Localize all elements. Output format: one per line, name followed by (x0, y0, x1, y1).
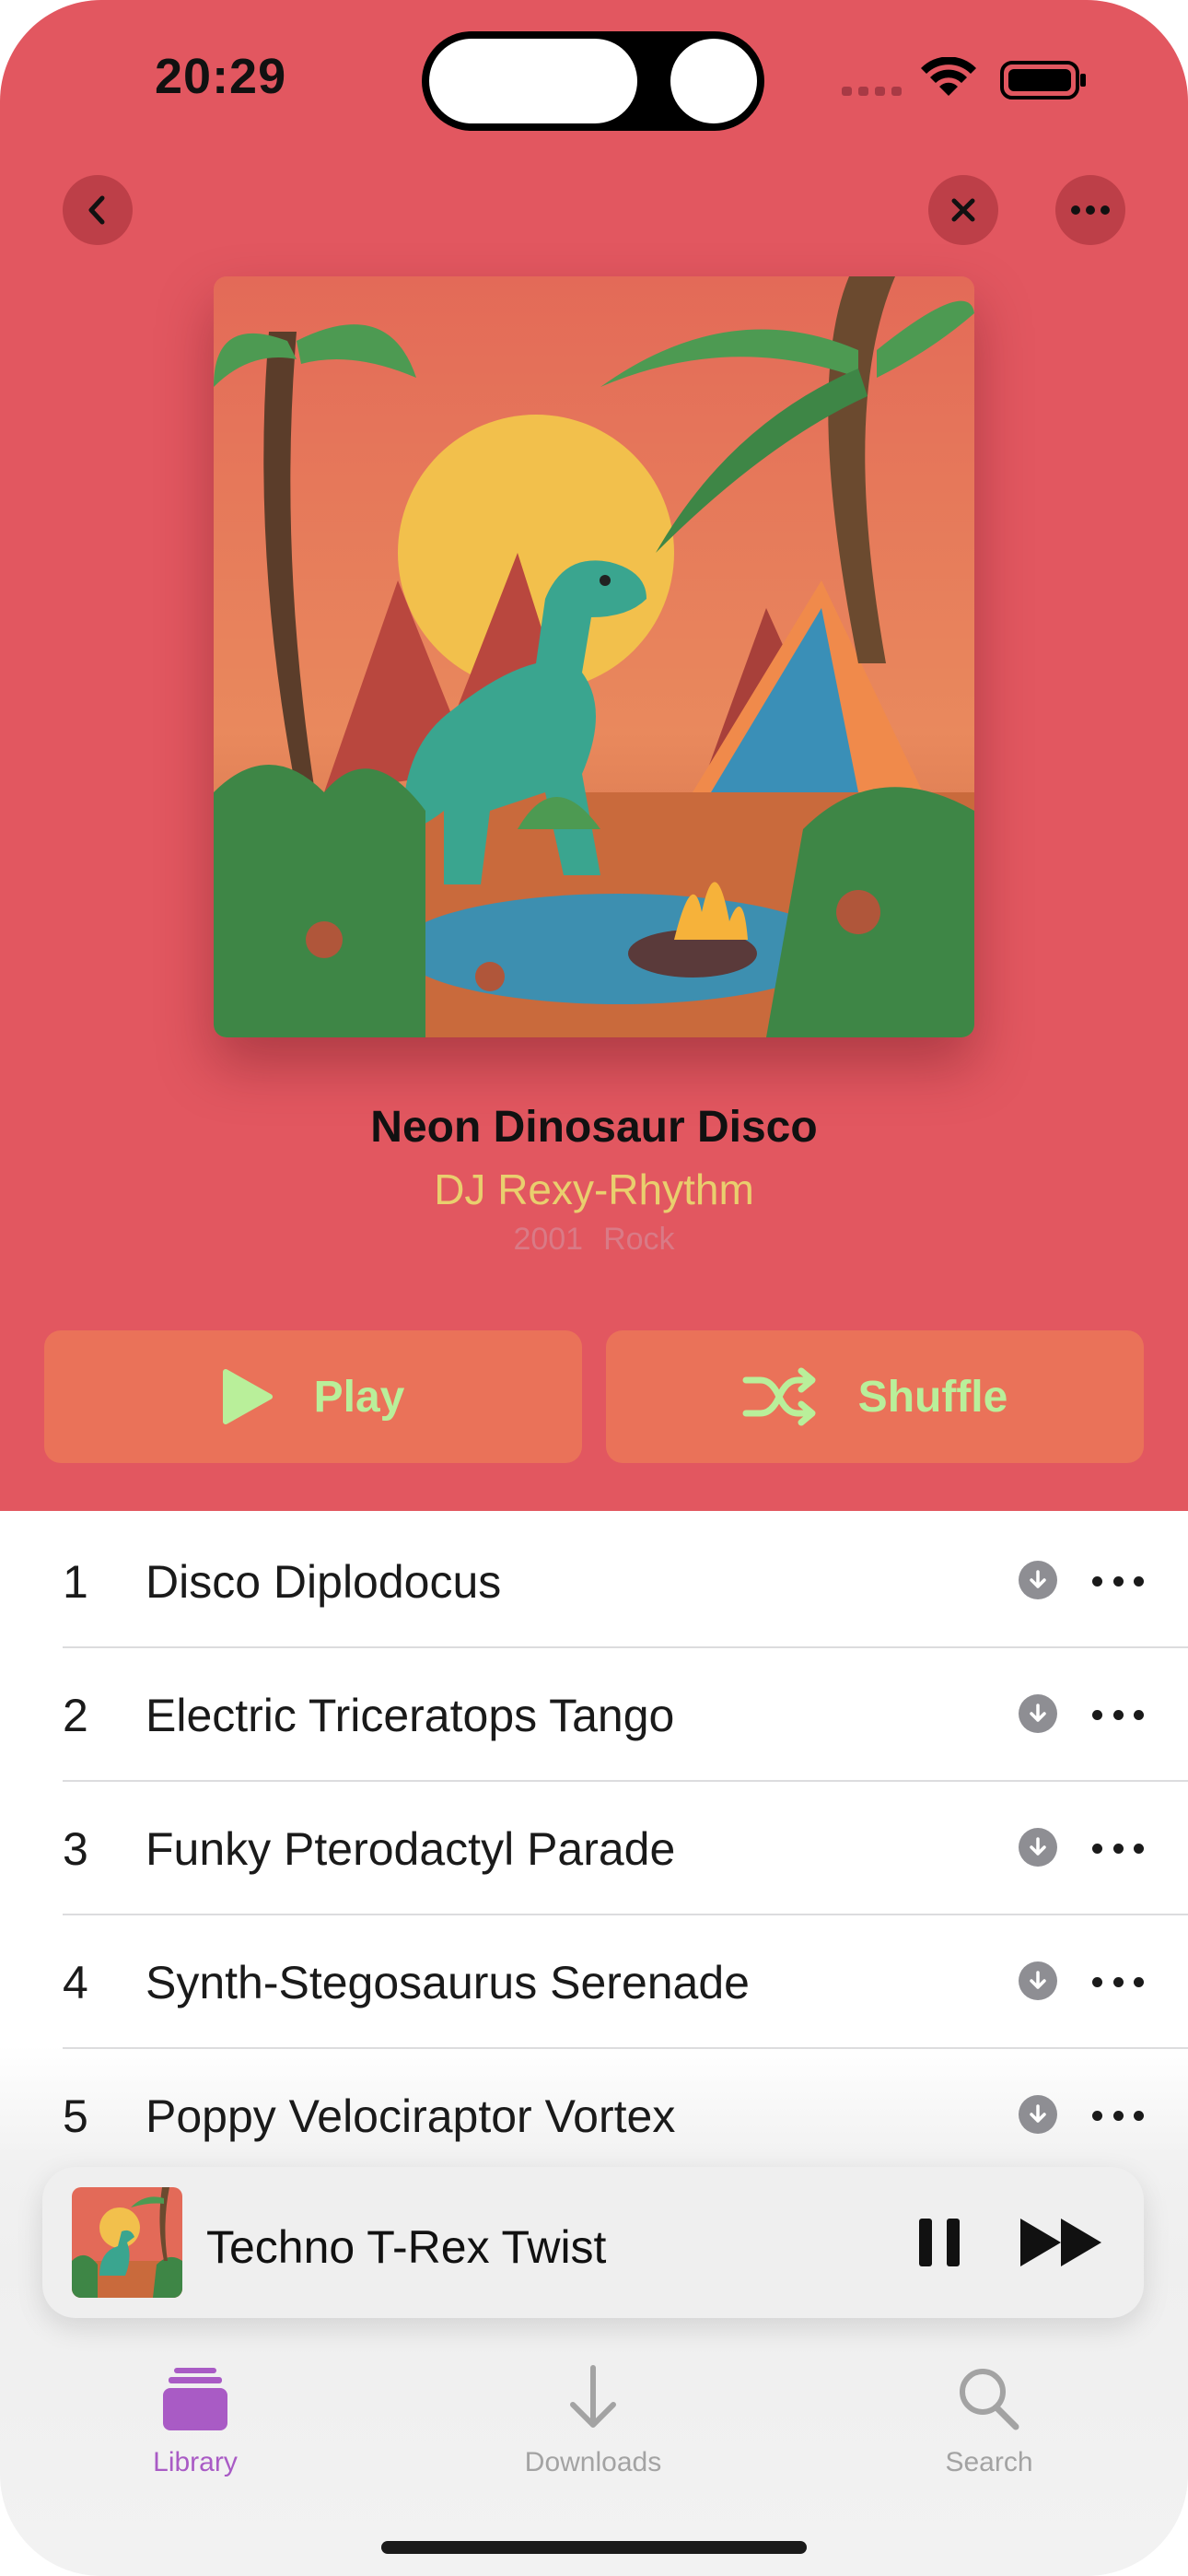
track-number: 2 (63, 1690, 88, 1741)
wifi-icon (921, 56, 976, 96)
magnifier-icon (879, 2359, 1100, 2432)
track-row[interactable]: 4 Synth-Stegosaurus Serenade (0, 1915, 1188, 2049)
track-title: Poppy Velociraptor Vortex (146, 2090, 676, 2142)
shuffle-label: Shuffle (857, 1372, 1008, 1422)
play-icon (222, 1369, 273, 1424)
tab-label: Search (945, 2447, 1033, 2477)
track-number: 3 (63, 1823, 88, 1875)
now-playing-title: Techno T-Rex Twist (206, 2221, 607, 2273)
track-row[interactable]: 5 Poppy Velociraptor Vortex (0, 2049, 1188, 2183)
more-options-button[interactable] (1055, 175, 1125, 245)
dynamic-island (422, 31, 764, 131)
downloaded-icon (1019, 2095, 1057, 2134)
play-button[interactable]: Play (44, 1330, 582, 1463)
chevron-left-icon (88, 195, 105, 225)
back-button[interactable] (63, 175, 133, 245)
track-title: Synth-Stegosaurus Serenade (146, 1957, 750, 2008)
track-row[interactable]: 3 Funky Pterodactyl Parade (0, 1782, 1188, 1915)
track-row[interactable]: 1 Disco Diplodocus (0, 1515, 1188, 1648)
album-genre: Rock (603, 1222, 675, 1257)
track-more-button[interactable] (1092, 1696, 1144, 1733)
track-number: 1 (63, 1556, 88, 1608)
shuffle-icon (742, 1367, 816, 1426)
pause-button[interactable] (919, 2219, 960, 2266)
downloaded-icon (1019, 1961, 1057, 2000)
track-more-button[interactable] (1092, 1563, 1144, 1599)
track-title: Electric Triceratops Tango (146, 1690, 675, 1741)
now-playing-artwork (72, 2187, 182, 2298)
downloaded-icon (1019, 1561, 1057, 1599)
battery-icon (1000, 61, 1086, 100)
tab-library[interactable]: Library (85, 2359, 306, 2478)
library-icon (85, 2359, 306, 2432)
track-more-button[interactable] (1092, 1963, 1144, 2000)
status-time: 20:29 (155, 49, 287, 104)
shuffle-button[interactable]: Shuffle (606, 1330, 1144, 1463)
ellipsis-icon (1071, 205, 1110, 215)
track-row[interactable]: 2 Electric Triceratops Tango (0, 1648, 1188, 1782)
forward-icon (1020, 2219, 1101, 2266)
next-track-button[interactable] (1019, 2217, 1105, 2268)
close-icon (951, 198, 975, 222)
play-label: Play (313, 1372, 405, 1422)
island-pill (429, 39, 637, 123)
track-title: Disco Diplodocus (146, 1556, 502, 1608)
album-title: Neon Dinosaur Disco (370, 1103, 818, 1152)
album-year: 2001 (513, 1222, 584, 1257)
download-arrow-icon (483, 2359, 704, 2432)
tab-downloads[interactable]: Downloads (483, 2359, 704, 2478)
track-title: Funky Pterodactyl Parade (146, 1823, 676, 1875)
home-indicator[interactable] (381, 2541, 807, 2554)
close-button[interactable] (928, 175, 998, 245)
cellular-signal-icon (842, 87, 902, 96)
album-artist[interactable]: DJ Rexy-Rhythm (0, 1165, 1188, 1214)
tab-search[interactable]: Search (879, 2359, 1100, 2478)
tab-label: Library (153, 2447, 238, 2477)
track-number: 4 (63, 1957, 88, 2008)
downloaded-icon (1019, 1694, 1057, 1733)
tab-label: Downloads (524, 2447, 662, 2477)
mini-player[interactable]: Techno T-Rex Twist (42, 2167, 1144, 2318)
album-artwork (214, 276, 974, 1037)
downloaded-icon (1019, 1828, 1057, 1867)
app-screen: 20:29 Neon Dinosaur Disco DJ Rexy-Rhythm… (0, 0, 1188, 2576)
album-meta: 2001 Rock (0, 1222, 1188, 1258)
track-number: 5 (63, 2090, 88, 2142)
status-icons (840, 56, 1089, 103)
island-dot (670, 39, 757, 123)
track-more-button[interactable] (1092, 2097, 1144, 2134)
track-more-button[interactable] (1092, 1830, 1144, 1867)
